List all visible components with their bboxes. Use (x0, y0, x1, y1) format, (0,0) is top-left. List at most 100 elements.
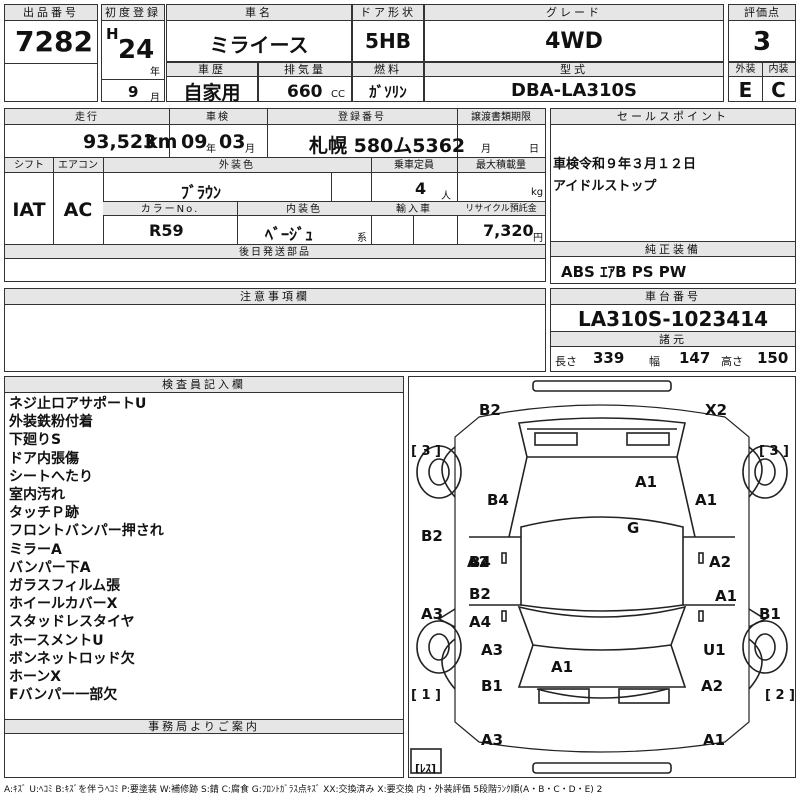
damage-mark: B4 (487, 491, 509, 509)
tire-label: [ 2 ] (765, 688, 795, 703)
later-parts-label: 後日発送部品 (239, 247, 311, 258)
exterior-grade: E (738, 78, 753, 102)
damage-mark: A2 (701, 677, 723, 695)
tire-label: [ﾚｽ] (415, 762, 436, 775)
damage-mark: A2 (709, 553, 731, 571)
shift: IAT (12, 199, 46, 221)
damage-mark: A1 (715, 587, 737, 605)
int-color-label: 内装色 (286, 204, 322, 215)
sales-line-1: 車検令和９年３月１２日 (553, 157, 697, 172)
inspector-note: フロントバンパー押され (9, 523, 164, 540)
damage-mark: A3 (481, 731, 503, 749)
office-label: 事務局よりご案内 (5, 720, 403, 734)
transfer-day-unit: 日 (529, 144, 539, 155)
color-no-label: カラーNo. (140, 204, 200, 215)
length-label: 長さ (555, 355, 577, 368)
inspector-note: 下廻りS (9, 432, 62, 449)
damage-mark: A4 (469, 613, 491, 631)
specs-label: 諸元 (551, 332, 795, 347)
car-name-box: 車名 ミライース (166, 4, 352, 62)
era: H (106, 25, 119, 43)
inspector-note: バンパー下A (9, 559, 91, 576)
model-label: 型式 (425, 63, 723, 77)
history: 自家用 (183, 82, 241, 104)
damage-mark: A1 (695, 491, 717, 509)
inspector-note: ホースメントU (9, 632, 104, 649)
max-load-unit: kg (531, 187, 544, 198)
displacement-box: 排気量 660 CC (258, 62, 352, 102)
grade-box: グレード 4WD (424, 4, 724, 62)
int-color: ﾍﾞｰｼﾞｭ (265, 225, 314, 244)
damage-mark: X2 (705, 401, 727, 419)
inspection-year: 09 (181, 131, 208, 153)
diagram-box: B2 X2 A1 B4 A1 B2 G A2 B4 A2 A3 B2 A1 A4 B1 A3 U1 A1 B1 A2 A… (408, 376, 796, 778)
transfer-label: 譲渡書類期限 (471, 112, 531, 123)
transfer-month-unit: 月 (481, 144, 491, 155)
inspector-note: ガラスフィルム張 (9, 578, 121, 595)
ac-label: エアコン (58, 160, 98, 171)
first-reg-year: 24 (118, 35, 155, 65)
year-unit: 年 (150, 67, 160, 78)
door: 5HB (365, 29, 411, 53)
details-box: 走行 車検 登録番号 譲渡書類期限 93,523 km 09 年 03 月 札幌… (4, 108, 546, 282)
height-label: 高さ (721, 355, 743, 368)
inspector-note: 室内汚れ (9, 487, 65, 504)
width-label: 幅 (649, 355, 660, 368)
car-name: ミライース (209, 33, 309, 57)
model-box: 型式 DBA-LA310S (424, 62, 724, 102)
first-reg-label: 初度登録 (102, 5, 164, 21)
ac: AC (63, 199, 93, 221)
inspector-note: ミラーA (9, 541, 62, 558)
lot-box: 出品番号 7282 (4, 4, 98, 102)
car-condition-diagram: B2 X2A1B4 A1B2 GA2B4 A2A3B2 A1A4 B1A3 U1A1B1 A2A… (410, 380, 795, 775)
history-label: 車歴 (167, 63, 257, 77)
insp-month-unit: 月 (245, 144, 255, 155)
reg-no: 札幌 580ム5362 (309, 135, 466, 157)
damage-mark: A1 (635, 473, 657, 491)
mileage-unit: km (145, 131, 178, 153)
sales-box: セールスポイント 車検令和９年３月１２日 アイドルストップ 純正装備 ABS ｴ… (550, 108, 796, 284)
color-no: R59 (149, 221, 184, 240)
tire-label: [ 3 ] (411, 444, 441, 459)
lot-label: 出品番号 (5, 5, 97, 21)
score-box: 評価点 3 (728, 4, 796, 62)
door-label: ドア形状 (353, 5, 423, 21)
damage-mark: B1 (481, 677, 503, 695)
capacity-label: 乗車定員 (394, 160, 434, 171)
sales-line-2: アイドルストップ (553, 179, 657, 194)
score-label: 評価点 (729, 5, 795, 21)
inspector-note: 外装鉄粉付着 (9, 414, 93, 431)
history-box: 車歴 自家用 (166, 62, 258, 104)
damage-mark: A3 (421, 605, 443, 623)
height: 150 (757, 349, 789, 367)
lot-number: 7282 (15, 25, 93, 58)
inspector-note: ホーンX (9, 669, 62, 686)
legend: A:ｷｽﾞ U:ﾍｺﾐ B:ｷｽﾞを伴うﾍｺﾐ P:要塗装 W:補修跡 S:錆 … (4, 785, 603, 795)
length: 339 (593, 349, 625, 367)
model: DBA-LA310S (511, 80, 637, 101)
recycle-label: リサイクル預託金 (465, 204, 537, 214)
inspector-notes: ネジ止ロアサポートU 外装鉄粉付着 下廻りS ドア内張傷 シートへたり 室内汚れ タッチＰ跡… (9, 395, 164, 704)
door-box: ドア形状 5HB (352, 4, 424, 62)
inspection-month: 03 (219, 131, 246, 153)
insp-year-unit: 年 (206, 144, 216, 155)
interior-grade: C (771, 78, 786, 102)
notice-box: 注意事項欄 (4, 288, 546, 372)
displacement-unit: CC (331, 89, 345, 100)
inspector-note: ホイールカバーX (9, 596, 118, 613)
damage-mark: A1 (551, 658, 573, 676)
inspector-note: Fバンパー一部欠 (9, 687, 118, 704)
damage-mark: A3 (481, 641, 503, 659)
ext-color-label: 外装色 (219, 160, 255, 171)
notice-label: 注意事項欄 (5, 289, 545, 305)
inspector-note: シートへたり (9, 468, 93, 485)
damage-mark: G (627, 519, 639, 537)
first-reg-box: 初度登録 H 24 年 9 月 (101, 4, 165, 104)
chassis-number: LA310S-1023414 (577, 307, 769, 331)
inspector-note: ボンネットロッド欠 (9, 650, 135, 667)
int-color-unit: 系 (357, 233, 367, 244)
grade: 4WD (545, 29, 603, 54)
inspector-note: ネジ止ロアサポートU (9, 396, 147, 412)
fuel-label: 燃料 (353, 63, 423, 77)
damage-mark: B2 (421, 527, 443, 545)
